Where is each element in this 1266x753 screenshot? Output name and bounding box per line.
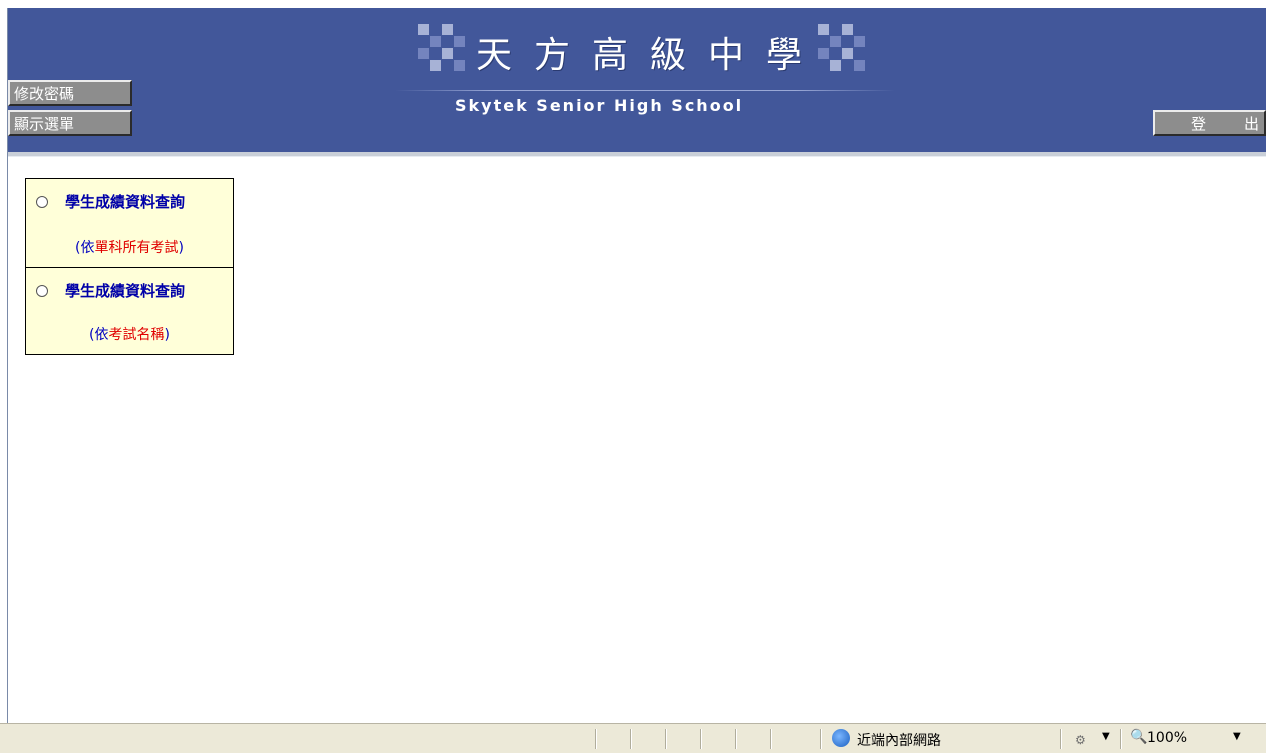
school-name-en: Skytek Senior High School bbox=[455, 96, 744, 115]
window-top-strip bbox=[0, 0, 1266, 8]
chevron-down-icon[interactable]: ▼ bbox=[1233, 731, 1241, 742]
change-password-button[interactable]: 修改密碼 bbox=[8, 80, 132, 106]
title-rule bbox=[395, 90, 895, 91]
menu-item-title[interactable]: 學生成績資料查詢 bbox=[65, 280, 185, 301]
radio-bullet-icon[interactable] bbox=[36, 196, 48, 208]
menu-item-query-by-subject[interactable]: 學生成績資料查詢 (依單科所有考試) bbox=[26, 179, 233, 267]
query-menu: 學生成績資料查詢 (依單科所有考試) 學生成績資料查詢 (依考試名稱) bbox=[25, 178, 234, 355]
menu-item-title[interactable]: 學生成績資料查詢 bbox=[65, 191, 185, 212]
protected-mode-icon[interactable]: ⚙ bbox=[1075, 733, 1086, 747]
radio-bullet-icon[interactable] bbox=[36, 285, 48, 297]
intranet-zone-icon bbox=[832, 729, 850, 747]
school-name-zh: 天方高級中學 bbox=[476, 35, 825, 76]
menu-item-query-by-exam[interactable]: 學生成績資料查詢 (依考試名稱) bbox=[26, 267, 233, 354]
header-divider-light bbox=[8, 156, 1266, 157]
menu-item-subtitle: (依考試名稱) bbox=[89, 327, 170, 343]
logout-button[interactable]: 登出 bbox=[1153, 110, 1266, 136]
menu-item-subtitle: (依單科所有考試) bbox=[75, 240, 184, 256]
zoom-icon[interactable]: 🔍 bbox=[1130, 729, 1147, 745]
zoom-level[interactable]: 100% bbox=[1147, 730, 1187, 746]
chevron-down-icon[interactable]: ▼ bbox=[1102, 731, 1110, 742]
show-menu-button[interactable]: 顯示選單 bbox=[8, 110, 132, 136]
browser-status-bar: 近端內部網路 ⚙ ▼ 🔍 100% ▼ bbox=[0, 723, 1266, 753]
security-zone-label: 近端內部網路 bbox=[857, 733, 941, 749]
school-logo-title: 天方高級中學 bbox=[418, 24, 868, 80]
